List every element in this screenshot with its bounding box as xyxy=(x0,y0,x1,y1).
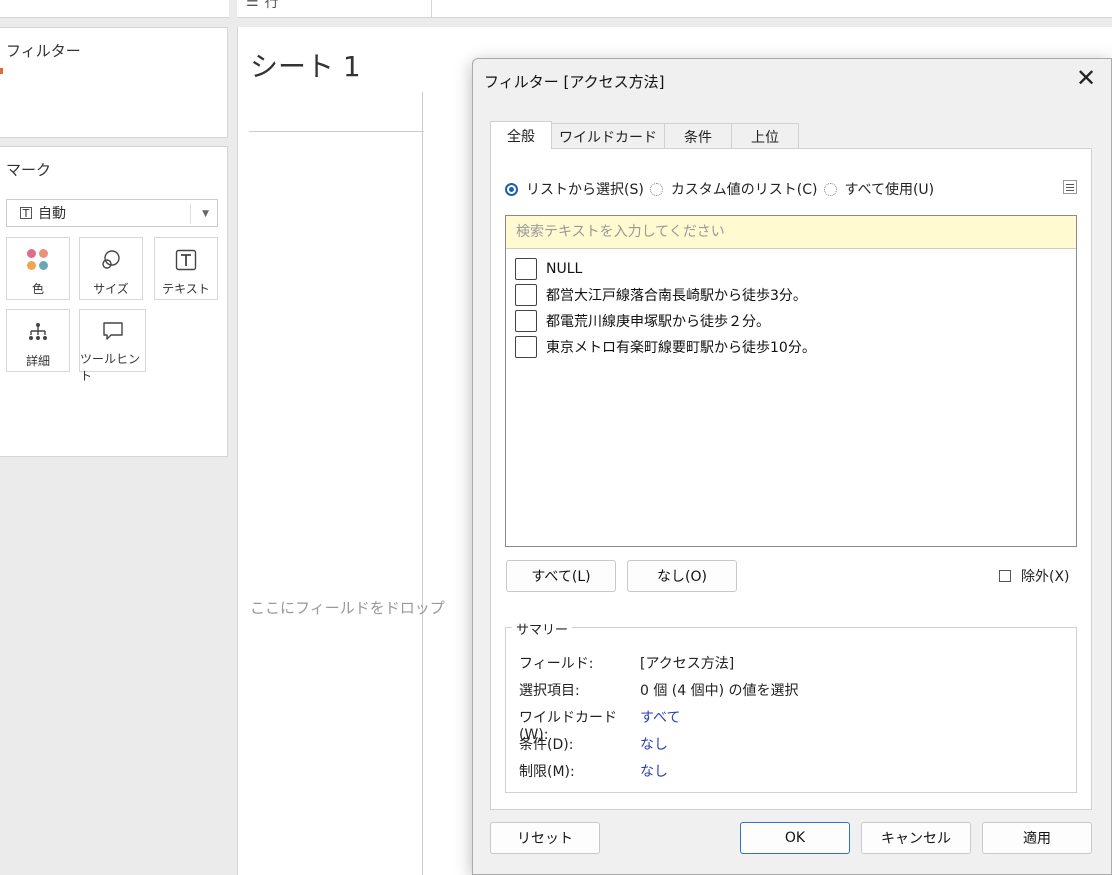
summary-value: 0 個 (4 個中) の値を選択 xyxy=(640,683,799,699)
tab-general[interactable]: 全般 xyxy=(490,121,552,149)
tab-wildcard[interactable]: ワイルドカード xyxy=(551,123,665,149)
sheet-title[interactable]: シート 1 xyxy=(250,45,361,85)
filters-panel-title: フィルター xyxy=(6,42,81,60)
mark-text-button[interactable]: テキスト xyxy=(154,237,218,300)
summary-row-condition: 条件(D): なし xyxy=(519,734,668,754)
checkbox[interactable] xyxy=(515,310,537,332)
exclude-checkbox[interactable]: 除外(X) xyxy=(999,566,1070,586)
tab-bar: 全般 ワイルドカード 条件 上位 xyxy=(490,121,799,149)
select-none-button[interactable]: なし(O) xyxy=(627,560,737,592)
list-item-label: NULL xyxy=(546,261,583,277)
shelf-separator xyxy=(229,0,237,18)
radio-use-all-label: すべて使用(U) xyxy=(844,182,935,198)
checkbox[interactable] xyxy=(515,284,537,306)
drop-field-hint: ここにフィールドをドロップ xyxy=(250,599,445,617)
summary-link-condition[interactable]: なし xyxy=(640,734,668,754)
checkbox[interactable] xyxy=(515,336,537,358)
worksheet-divider xyxy=(249,131,424,132)
summary-group: サマリー フィールド: [アクセス方法] 選択項目: 0 個 (4 個中) の値… xyxy=(505,619,1077,793)
mark-color-label: 色 xyxy=(31,282,44,296)
filters-panel: フィルター xyxy=(0,27,228,138)
checkbox[interactable] xyxy=(515,258,537,280)
tab-condition[interactable]: 条件 xyxy=(664,123,732,149)
radio-checked-icon xyxy=(505,182,518,196)
filter-dialog: フィルター [アクセス方法] ✕ 全般 ワイルドカード 条件 上位 リストから選… xyxy=(472,58,1112,875)
tab-top[interactable]: 上位 xyxy=(731,123,799,149)
summary-row-selection: 選択項目: 0 個 (4 個中) の値を選択 xyxy=(519,680,799,700)
list-item-label: 都電荒川線庚申塚駅から徒歩２分。 xyxy=(546,314,770,330)
mark-tooltip-button[interactable]: ツールヒント xyxy=(79,309,146,383)
list-menu-icon[interactable] xyxy=(1063,180,1077,194)
radio-unchecked-icon xyxy=(823,182,837,196)
radio-custom-value-list-label: カスタム値のリスト(C) xyxy=(670,182,818,198)
summary-key: 制限(M): xyxy=(519,764,575,780)
filter-drop-indicator xyxy=(0,68,3,74)
dropdown-divider xyxy=(190,204,191,224)
color-dots-icon xyxy=(27,248,49,272)
mark-text-label: テキスト xyxy=(162,282,210,296)
mark-detail-label: 詳細 xyxy=(25,354,50,368)
summary-row-limit: 制限(M): なし xyxy=(519,761,668,781)
rows-shelf-icon: ☰ xyxy=(246,0,259,10)
list-item[interactable]: NULL xyxy=(506,256,1076,282)
list-item[interactable]: 都営大江戸線落合南長崎駅から徒歩3分。 xyxy=(506,282,1076,308)
text-box-icon: T xyxy=(20,207,32,219)
summary-row-field: フィールド: [アクセス方法] xyxy=(519,653,734,673)
radio-custom-value-list[interactable]: カスタム値のリスト(C) xyxy=(649,179,818,199)
mark-type-dropdown[interactable]: T 自動 ▼ xyxy=(6,199,218,227)
chevron-down-icon: ▼ xyxy=(202,209,209,219)
checkbox[interactable] xyxy=(999,570,1011,582)
top-shelf-bar xyxy=(0,0,1112,18)
dialog-title: フィルター [アクセス方法] xyxy=(484,73,665,91)
summary-legend: サマリー xyxy=(512,619,573,638)
radio-select-from-list-label: リストから選択(S) xyxy=(526,182,644,198)
mark-size-label: サイズ xyxy=(93,282,129,296)
speech-bubble-icon xyxy=(101,320,125,342)
list-item[interactable]: 都電荒川線庚申塚駅から徒歩２分。 xyxy=(506,308,1076,334)
summary-key: 選択項目: xyxy=(519,683,580,699)
summary-value: [アクセス方法] xyxy=(640,656,735,672)
mark-tooltip-label: ツールヒント xyxy=(80,352,141,383)
summary-link-limit[interactable]: なし xyxy=(640,761,668,781)
size-circles-icon xyxy=(99,248,123,272)
detail-tree-icon xyxy=(27,320,49,344)
list-item[interactable]: 東京メトロ有楽町線要町駅から徒歩10分。 xyxy=(506,334,1076,360)
summary-key: 条件(D): xyxy=(519,737,574,753)
summary-key: フィールド: xyxy=(519,656,594,672)
shelf-separator xyxy=(431,0,432,18)
value-list: NULL 都営大江戸線落合南長崎駅から徒歩3分。 都電荒川線庚申塚駅から徒歩２分… xyxy=(505,215,1077,547)
apply-button[interactable]: 適用 xyxy=(982,822,1092,854)
worksheet-divider xyxy=(422,92,423,875)
ok-button[interactable]: OK xyxy=(740,822,850,854)
text-t-icon xyxy=(175,248,197,272)
mark-size-button[interactable]: サイズ xyxy=(79,237,143,300)
cancel-button[interactable]: キャンセル xyxy=(861,822,971,854)
search-input[interactable] xyxy=(506,216,1076,249)
marks-panel-title: マーク xyxy=(6,161,52,179)
close-icon[interactable]: ✕ xyxy=(1073,66,1099,93)
radio-use-all[interactable]: すべて使用(U) xyxy=(823,179,935,199)
reset-button[interactable]: リセット xyxy=(490,822,600,854)
mark-detail-button[interactable]: 詳細 xyxy=(6,309,70,372)
radio-unchecked-icon xyxy=(649,182,663,196)
selection-mode-group: リストから選択(S) カスタム値のリスト(C) すべて使用(U) xyxy=(505,179,940,199)
list-item-label: 都営大江戸線落合南長崎駅から徒歩3分。 xyxy=(546,288,807,304)
general-tab-panel: リストから選択(S) カスタム値のリスト(C) すべて使用(U) NULL 都営… xyxy=(490,148,1092,810)
mark-type-value: 自動 xyxy=(38,206,66,222)
rows-shelf[interactable]: ☰ 行 xyxy=(246,0,279,12)
marks-panel: マーク T 自動 ▼ 色 サイズ テキスト 詳細 ツールヒント xyxy=(0,146,228,457)
list-item-label: 東京メトロ有楽町線要町駅から徒歩10分。 xyxy=(546,340,816,356)
select-all-button[interactable]: すべて(L) xyxy=(506,560,616,592)
mark-color-button[interactable]: 色 xyxy=(6,237,70,300)
radio-select-from-list[interactable]: リストから選択(S) xyxy=(505,179,644,199)
rows-shelf-label: 行 xyxy=(264,0,279,11)
exclude-label: 除外(X) xyxy=(1021,569,1070,585)
